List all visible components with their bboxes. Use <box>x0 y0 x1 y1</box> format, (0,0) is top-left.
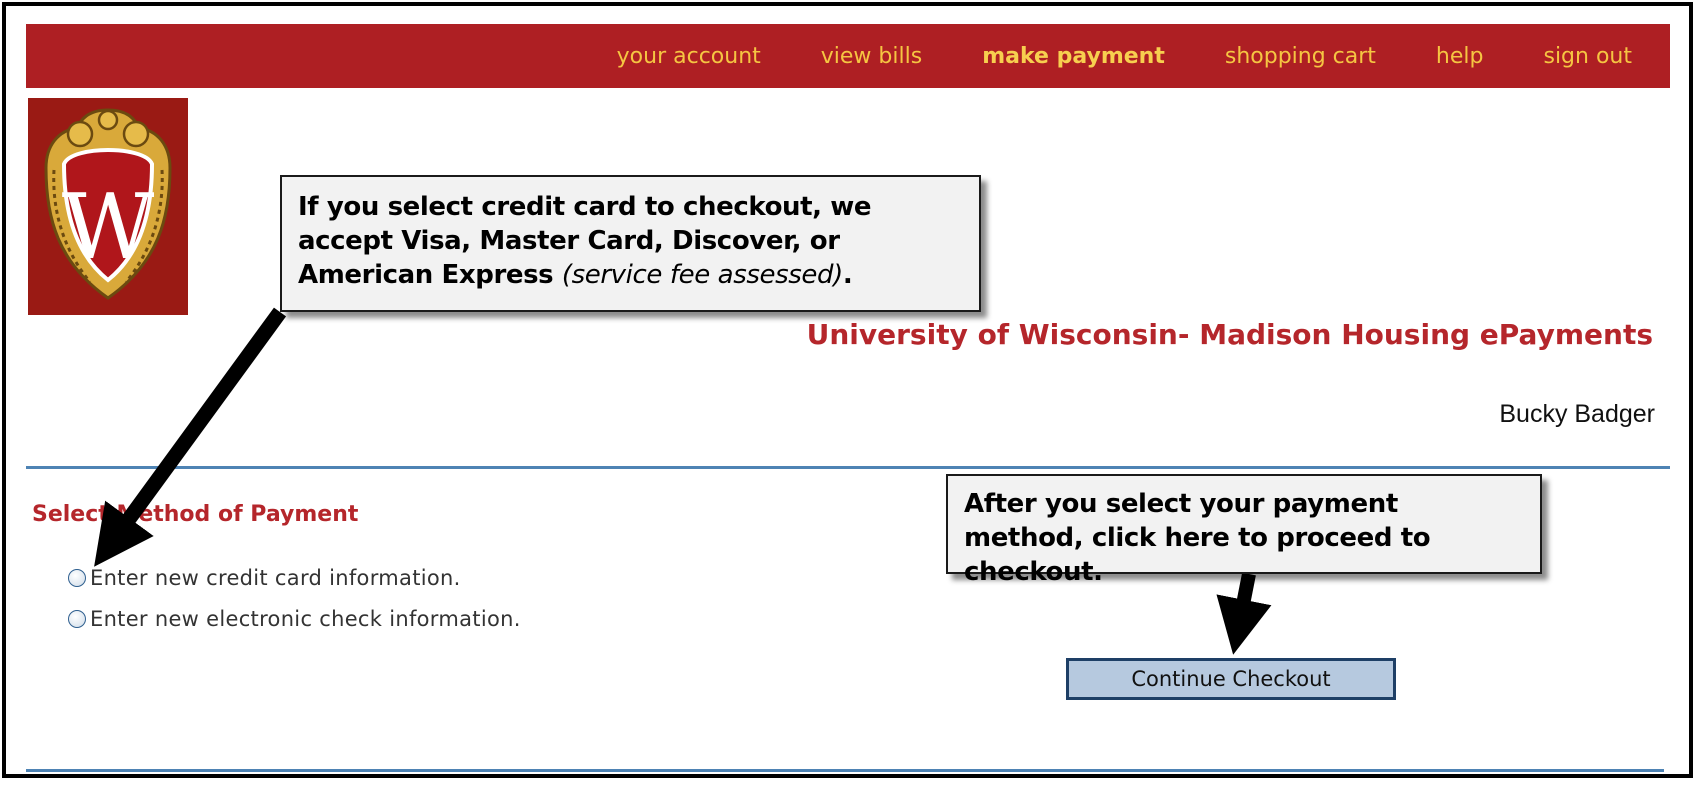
top-nav-bar: your account view bills make payment sho… <box>26 24 1670 88</box>
divider-top <box>26 466 1670 469</box>
radio-button-icon[interactable] <box>68 610 86 628</box>
payment-option-label: Enter new electronic check information. <box>90 607 521 631</box>
callout-period: . <box>842 259 853 290</box>
nav-sign-out[interactable]: sign out <box>1543 44 1632 69</box>
payment-option-label: Enter new credit card information. <box>90 566 461 590</box>
screenshot-frame <box>2 2 1693 778</box>
callout-checkout: After you select your payment method, cl… <box>946 474 1542 587</box>
site-title: University of Wisconsin- Madison Housing… <box>806 318 1653 351</box>
payment-option-credit-card[interactable]: Enter new credit card information. <box>68 566 461 590</box>
payment-option-echeck[interactable]: Enter new electronic check information. <box>68 607 521 631</box>
svg-text:W: W <box>62 175 155 280</box>
callout-service-fee: (service fee assessed) <box>561 259 843 290</box>
uw-crest-icon: W <box>28 98 188 315</box>
radio-button-icon[interactable] <box>68 569 86 587</box>
callout-credit-card: If you select credit card to checkout, w… <box>280 175 981 312</box>
divider-bottom <box>26 769 1664 772</box>
nav-your-account[interactable]: your account <box>617 44 761 69</box>
user-name: Bucky Badger <box>1499 400 1655 428</box>
continue-checkout-button[interactable]: Continue Checkout <box>1066 658 1396 700</box>
nav-help[interactable]: help <box>1436 44 1484 69</box>
section-title: Select Method of Payment <box>32 502 359 527</box>
nav-shopping-cart[interactable]: shopping cart <box>1225 44 1376 69</box>
nav-view-bills[interactable]: view bills <box>821 44 922 69</box>
nav-make-payment[interactable]: make payment <box>982 44 1165 69</box>
nav-links: your account view bills make payment sho… <box>617 24 1632 88</box>
